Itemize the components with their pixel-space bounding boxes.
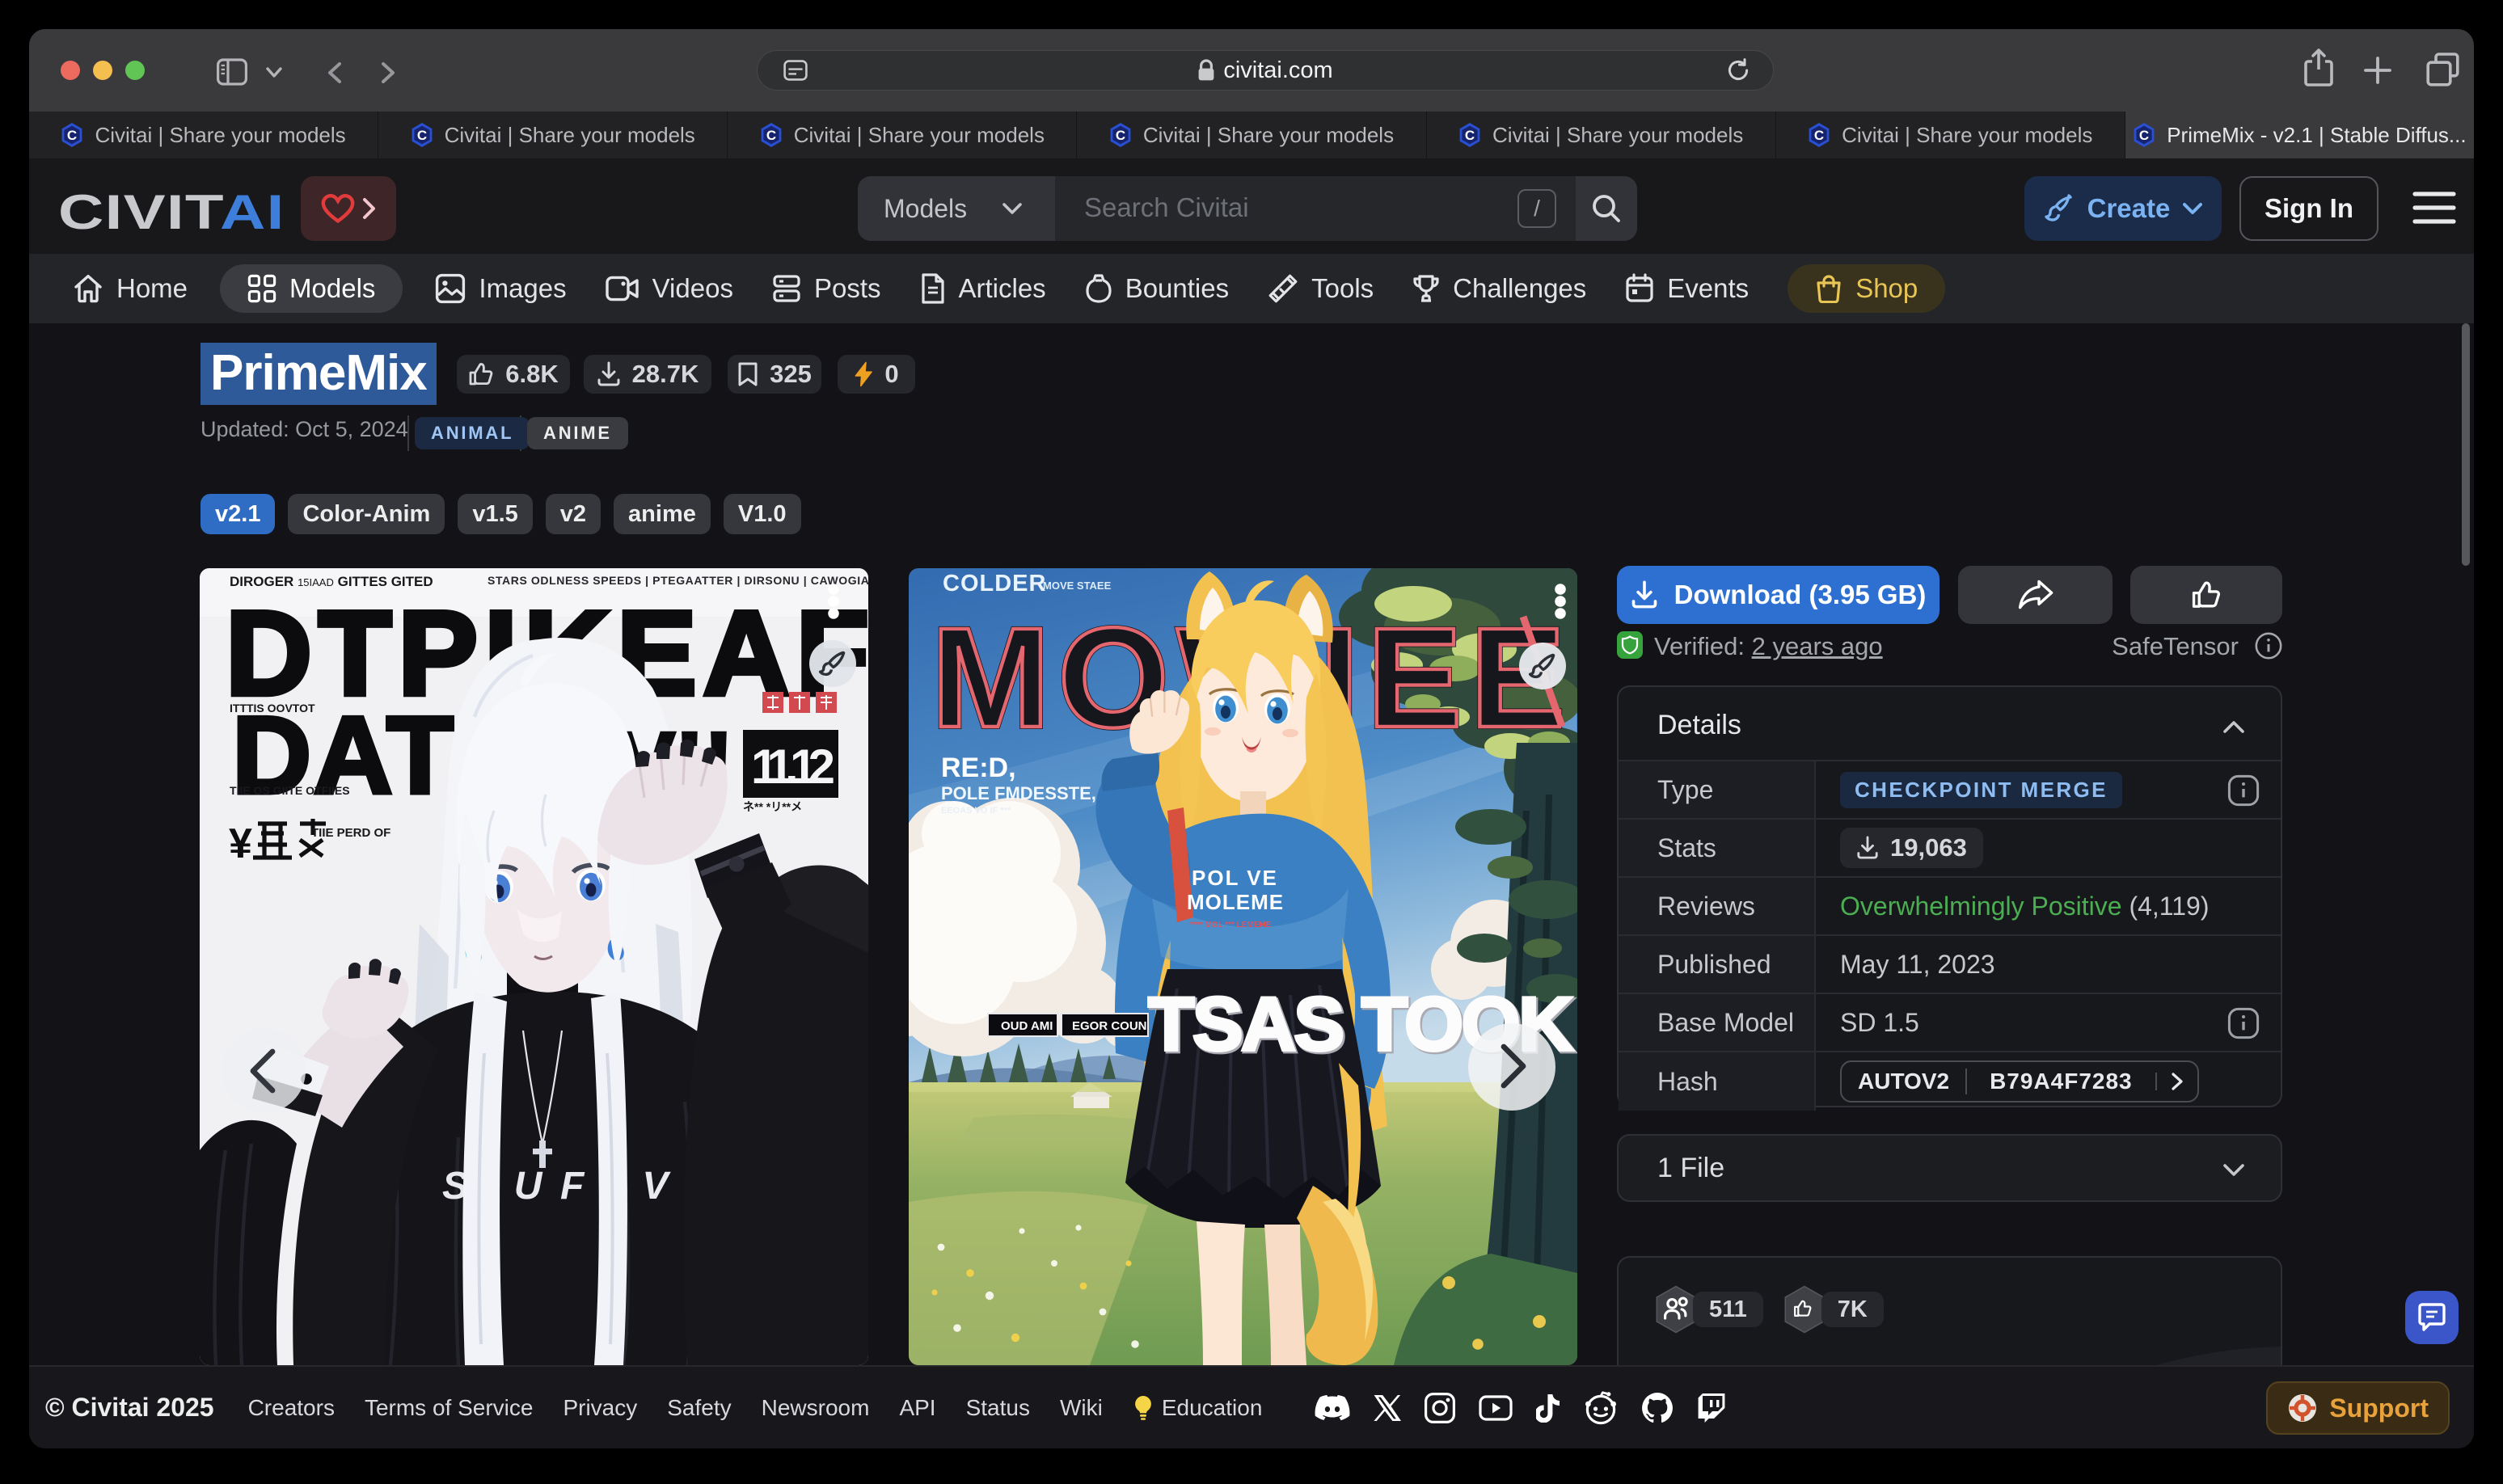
- svg-text:C: C: [2139, 128, 2149, 143]
- svg-text:POL VE: POL VE: [1192, 866, 1278, 890]
- svg-text:C: C: [1116, 128, 1125, 143]
- svg-text:EEOAS VO IF ***: EEOAS VO IF ***: [941, 806, 1011, 816]
- svg-text:OUD AMI: OUD AMI: [1001, 1019, 1053, 1033]
- svg-text:RE:D,: RE:D,: [941, 753, 1016, 783]
- svg-text:C: C: [766, 128, 776, 143]
- svg-text:**** MOL *** LEMEME: **** MOL *** LEMEME: [1190, 921, 1272, 930]
- svg-text:COLDER: COLDER: [943, 571, 1046, 597]
- svg-text:POLE FMDESSTE,: POLE FMDESSTE,: [941, 783, 1096, 803]
- svg-text:¥: ¥: [229, 820, 252, 867]
- svg-text:MOVE STAEE: MOVE STAEE: [1043, 580, 1112, 592]
- svg-text:MOLEME: MOLEME: [1187, 890, 1284, 914]
- svg-text:STARS ODLNESS SPEEDS | PTEGAAT: STARS ODLNESS SPEEDS | PTEGAATTER | DIRS…: [488, 574, 868, 587]
- svg-text:C: C: [416, 128, 426, 143]
- svg-text:DAT: DAT: [232, 694, 453, 816]
- svg-text:TIIE OS GIITE OTFIIES: TIIE OS GIITE OTFIIES: [230, 784, 350, 797]
- svg-text:C: C: [1814, 128, 1824, 143]
- svg-text:C: C: [67, 128, 77, 143]
- svg-text:C: C: [1465, 128, 1475, 143]
- svg-text:EGOR COUN: EGOR COUN: [1072, 1019, 1147, 1033]
- svg-text:11.12: 11.12: [751, 740, 834, 794]
- svg-text:ネ** *リ**メ: ネ** *リ**メ: [743, 800, 802, 813]
- svg-text:TIIE PERD OF: TIIE PERD OF: [311, 826, 390, 840]
